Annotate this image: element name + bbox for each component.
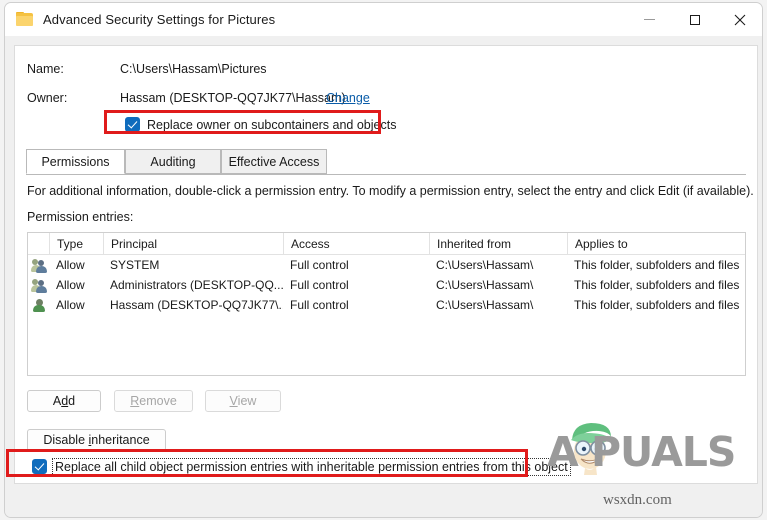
maximize-icon[interactable] xyxy=(672,3,717,36)
owner-label: Owner: xyxy=(27,91,68,105)
advanced-security-settings-window: Advanced Security Settings for Pictures … xyxy=(4,2,763,518)
column-header-applies-to[interactable]: Applies to xyxy=(567,233,745,254)
row-access: Full control xyxy=(290,298,349,312)
checkbox-checked-icon[interactable] xyxy=(32,459,47,474)
row-inherited-from: C:\Users\Hassam\ xyxy=(436,278,534,292)
row-principal-icon-cell xyxy=(28,275,49,295)
single-user-icon xyxy=(32,298,48,313)
row-type: Allow xyxy=(56,278,85,292)
row-type: Allow xyxy=(56,298,85,312)
tab-effective-access[interactable]: Effective Access xyxy=(221,149,327,174)
row-principal: Hassam (DESKTOP-QQ7JK77\... xyxy=(110,298,283,312)
row-access: Full control xyxy=(290,258,349,272)
column-header-icon[interactable] xyxy=(28,233,49,254)
replace-child-permissions-checkbox-label: Replace all child object permission entr… xyxy=(52,457,571,476)
row-type: Allow xyxy=(56,258,85,272)
close-icon[interactable] xyxy=(717,3,762,36)
group-users-icon xyxy=(31,278,48,293)
add-button[interactable]: Add xyxy=(27,390,101,412)
column-header-principal[interactable]: Principal xyxy=(103,233,283,254)
row-inherited-from: C:\Users\Hassam\ xyxy=(436,258,534,272)
tab-strip: Permissions Auditing Effective Access xyxy=(26,149,746,175)
tab-auditing[interactable]: Auditing xyxy=(125,149,221,174)
remove-button[interactable]: Remove xyxy=(114,390,193,412)
column-header-inherited-from[interactable]: Inherited from xyxy=(429,233,567,254)
row-principal: SYSTEM xyxy=(110,258,160,272)
caption-button-group xyxy=(627,3,762,36)
table-row[interactable]: Allow Administrators (DESKTOP-QQ... Full… xyxy=(28,275,745,295)
replace-child-permissions-checkbox[interactable]: Replace all child object permission entr… xyxy=(32,457,571,476)
row-principal-icon-cell xyxy=(28,295,49,315)
row-principal: Administrators (DESKTOP-QQ... xyxy=(110,278,283,292)
row-applies-to: This folder, subfolders and files xyxy=(574,278,740,292)
checkbox-checked-icon[interactable] xyxy=(125,117,140,132)
tab-permissions-label: Permissions xyxy=(41,154,110,169)
table-row[interactable]: Allow Hassam (DESKTOP-QQ7JK77\... Full c… xyxy=(28,295,745,315)
minimize-icon[interactable] xyxy=(627,3,672,36)
list-header-row: Type Principal Access Inherited from App… xyxy=(28,233,745,255)
row-inherited-from: C:\Users\Hassam\ xyxy=(436,298,534,312)
disable-inheritance-button[interactable]: Disable inheritance xyxy=(27,429,166,451)
description-text: For additional information, double-click… xyxy=(27,184,754,198)
name-row: Name: C:\Users\Hassam\Pictures xyxy=(15,62,757,80)
table-row[interactable]: Allow SYSTEM Full control C:\Users\Hassa… xyxy=(28,255,745,275)
row-applies-to: This folder, subfolders and files xyxy=(574,298,740,312)
change-owner-link[interactable]: Change xyxy=(326,91,370,105)
tab-auditing-label: Auditing xyxy=(150,154,196,169)
group-users-icon xyxy=(31,258,48,273)
window-title: Advanced Security Settings for Pictures xyxy=(43,12,276,27)
column-header-access[interactable]: Access xyxy=(283,233,429,254)
name-label: Name: xyxy=(27,62,64,76)
tab-permissions[interactable]: Permissions xyxy=(26,149,125,174)
column-header-type[interactable]: Type xyxy=(49,233,103,254)
folder-icon xyxy=(16,12,34,27)
replace-owner-checkbox-label: Replace owner on subcontainers and objec… xyxy=(147,117,397,132)
dialog-client-area: Name: C:\Users\Hassam\Pictures Owner: Ha… xyxy=(5,36,762,517)
row-principal-icon-cell xyxy=(28,255,49,275)
replace-owner-checkbox[interactable]: Replace owner on subcontainers and objec… xyxy=(125,117,396,132)
row-applies-to: This folder, subfolders and files xyxy=(574,258,740,272)
tab-effective-access-label: Effective Access xyxy=(228,154,320,169)
permission-entries-label: Permission entries: xyxy=(27,210,134,224)
owner-value: Hassam (DESKTOP-QQ7JK77\Hassam) xyxy=(120,91,346,105)
row-access: Full control xyxy=(290,278,349,292)
content-panel: Name: C:\Users\Hassam\Pictures Owner: Ha… xyxy=(14,45,758,484)
permission-entries-list[interactable]: Type Principal Access Inherited from App… xyxy=(27,232,746,376)
screenshot-root: Advanced Security Settings for Pictures … xyxy=(0,0,767,520)
view-button[interactable]: View xyxy=(205,390,281,412)
owner-row: Owner: Hassam (DESKTOP-QQ7JK77\Hassam) C… xyxy=(15,91,757,109)
title-bar[interactable]: Advanced Security Settings for Pictures xyxy=(5,3,762,36)
name-value: C:\Users\Hassam\Pictures xyxy=(120,62,267,76)
list-rows: Allow SYSTEM Full control C:\Users\Hassa… xyxy=(28,255,745,315)
